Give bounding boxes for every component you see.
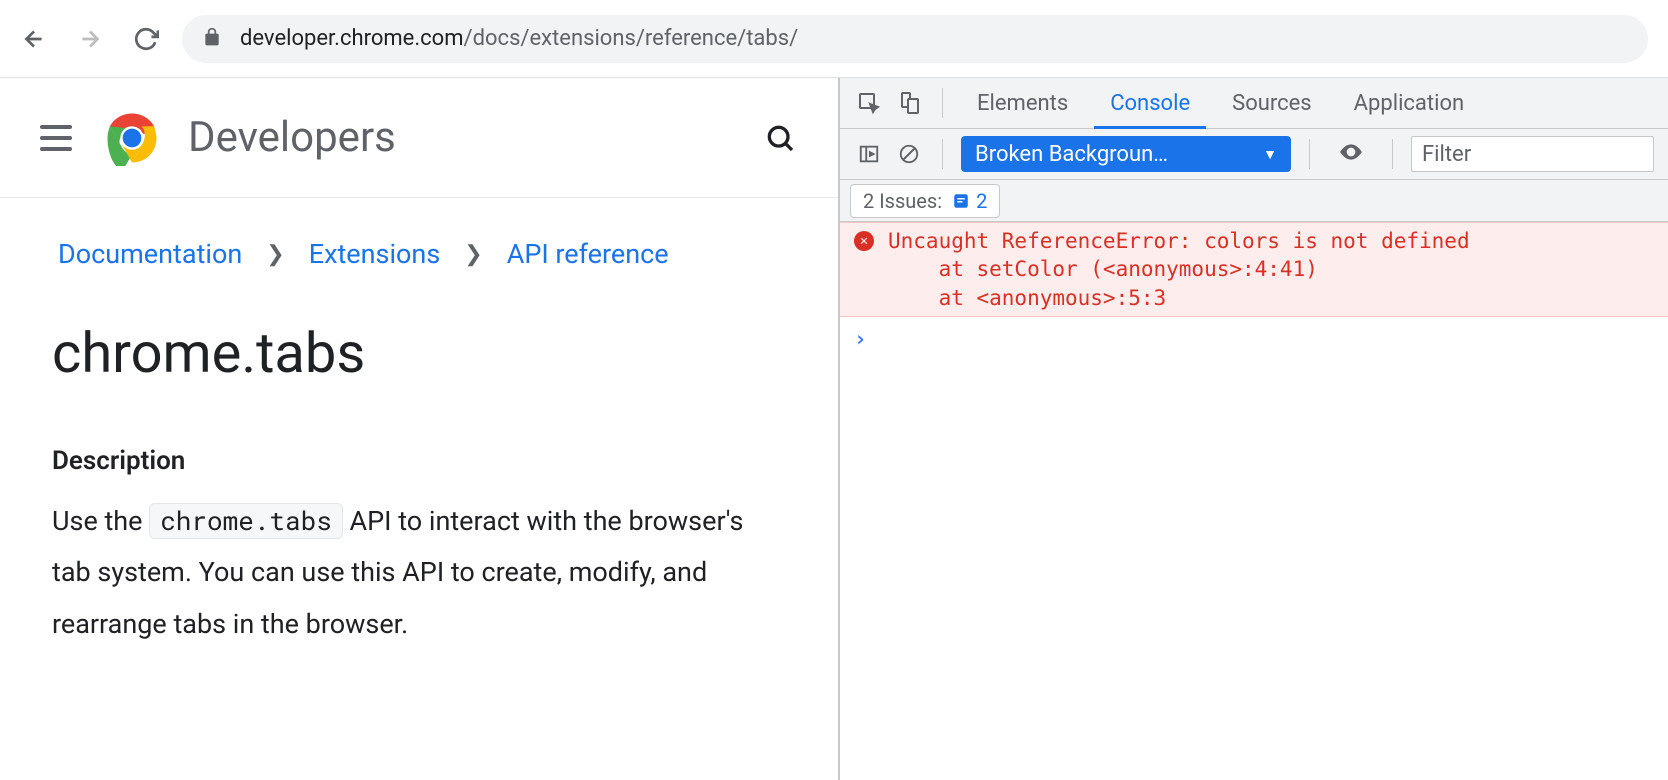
live-expression-icon[interactable] bbox=[1328, 139, 1374, 169]
page-title: chrome.tabs bbox=[0, 280, 838, 446]
breadcrumb-documentation[interactable]: Documentation bbox=[58, 238, 242, 270]
console-error-row[interactable]: ✕ Uncaught ReferenceError: colors is not… bbox=[840, 222, 1668, 317]
description-code: chrome.tabs bbox=[149, 503, 343, 539]
reload-button[interactable] bbox=[132, 25, 160, 53]
tab-elements[interactable]: Elements bbox=[961, 78, 1084, 129]
chrome-logo-icon bbox=[104, 110, 160, 166]
tab-console[interactable]: Console bbox=[1094, 78, 1206, 129]
console-prompt[interactable]: › bbox=[840, 317, 1668, 361]
address-bar[interactable]: developer.chrome.com/docs/extensions/ref… bbox=[182, 15, 1648, 63]
sidebar-toggle-icon[interactable] bbox=[854, 139, 884, 169]
filter-placeholder: Filter bbox=[1422, 142, 1471, 167]
forward-button[interactable] bbox=[76, 25, 104, 53]
url-host: developer.chrome.com bbox=[240, 26, 464, 51]
divider bbox=[1392, 139, 1393, 169]
breadcrumb-extensions[interactable]: Extensions bbox=[309, 238, 441, 270]
devtools-tabs: Elements Console Sources Application bbox=[840, 78, 1668, 129]
context-selector[interactable]: Broken Backgroun… ▼ bbox=[961, 136, 1291, 172]
tab-application[interactable]: Application bbox=[1338, 78, 1480, 129]
page-header: Developers bbox=[0, 78, 838, 198]
issues-bar: 2 Issues: 2 bbox=[840, 180, 1668, 222]
back-button[interactable] bbox=[20, 25, 48, 53]
chevron-right-icon: ❯ bbox=[464, 242, 482, 267]
context-label: Broken Backgroun… bbox=[975, 142, 1168, 167]
error-text: Uncaught ReferenceError: colors is not d… bbox=[888, 227, 1470, 312]
chevron-right-icon: ❯ bbox=[266, 242, 284, 267]
browser-toolbar: developer.chrome.com/docs/extensions/ref… bbox=[0, 0, 1668, 78]
inspect-element-icon[interactable] bbox=[854, 88, 884, 118]
url-text: developer.chrome.com/docs/extensions/ref… bbox=[240, 26, 798, 51]
description-body: Use the chrome.tabs API to interact with… bbox=[0, 496, 838, 650]
lock-icon bbox=[202, 27, 222, 51]
chevron-down-icon: ▼ bbox=[1263, 146, 1277, 163]
clear-console-icon[interactable] bbox=[894, 139, 924, 169]
issues-count: 2 bbox=[976, 189, 987, 213]
documentation-page: Developers Documentation ❯ Extensions ❯ … bbox=[0, 78, 840, 780]
error-icon: ✕ bbox=[854, 231, 874, 251]
divider bbox=[942, 88, 943, 118]
filter-input[interactable]: Filter bbox=[1411, 136, 1654, 172]
tab-sources[interactable]: Sources bbox=[1216, 78, 1328, 129]
breadcrumb-api-reference[interactable]: API reference bbox=[507, 238, 669, 270]
console-toolbar: Broken Backgroun… ▼ Filter bbox=[840, 129, 1668, 180]
issues-chip[interactable]: 2 Issues: 2 bbox=[850, 184, 1000, 218]
devtools-panel: Elements Console Sources Application Bro… bbox=[840, 78, 1668, 780]
console-output[interactable]: ✕ Uncaught ReferenceError: colors is not… bbox=[840, 222, 1668, 780]
url-path: /docs/extensions/reference/tabs/ bbox=[464, 26, 799, 51]
divider bbox=[1309, 139, 1310, 169]
device-toggle-icon[interactable] bbox=[894, 88, 924, 118]
issues-label: 2 Issues: bbox=[863, 189, 942, 213]
description-pre: Use the bbox=[52, 505, 149, 537]
brand-title: Developers bbox=[188, 113, 396, 162]
description-heading: Description bbox=[0, 446, 838, 476]
menu-button[interactable] bbox=[40, 120, 76, 156]
breadcrumb: Documentation ❯ Extensions ❯ API referen… bbox=[0, 198, 838, 280]
divider bbox=[942, 139, 943, 169]
issues-badge: 2 bbox=[952, 189, 987, 213]
nav-group bbox=[20, 25, 160, 53]
search-button[interactable] bbox=[762, 120, 798, 156]
